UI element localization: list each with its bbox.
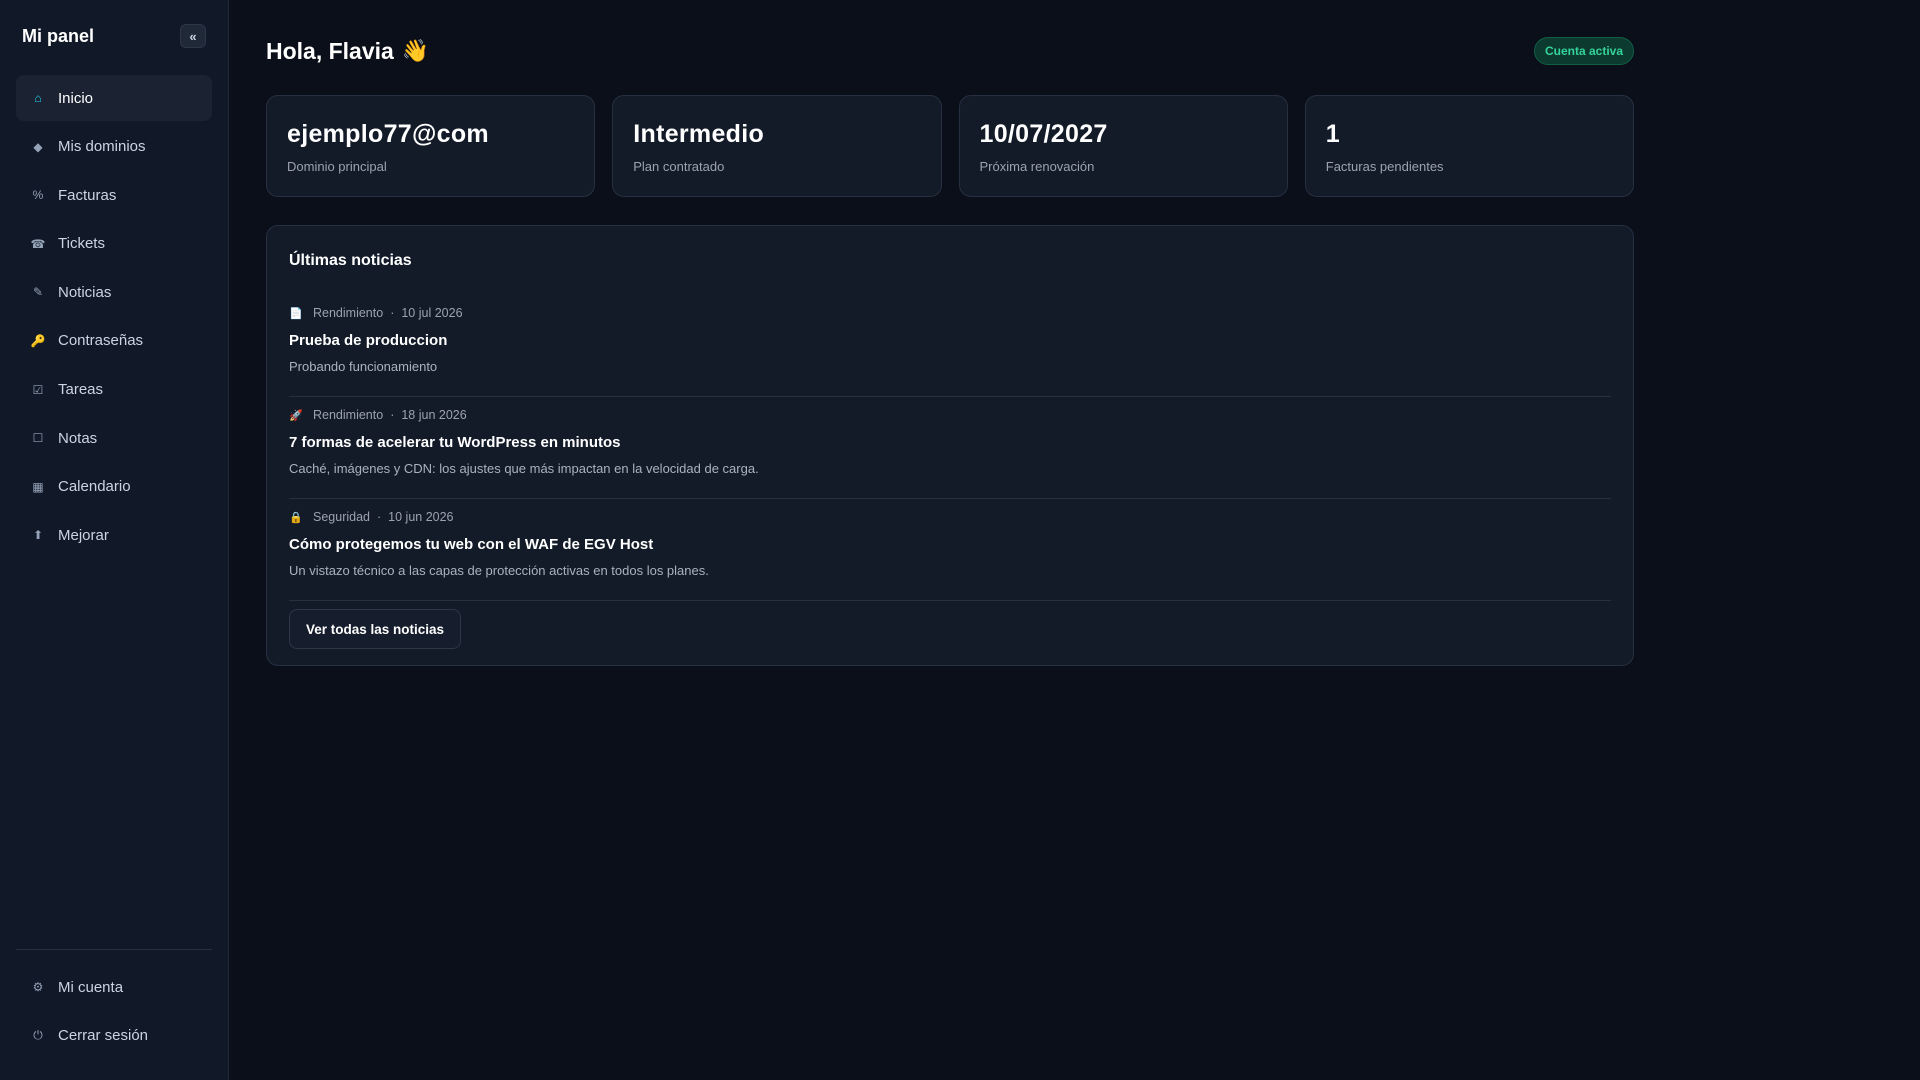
stat-value: Intermedio	[633, 120, 765, 148]
sidebar-item-calendario[interactable]: ▦ Calendario	[16, 464, 212, 510]
lock-icon: 🔒	[289, 511, 303, 524]
sidebar-header: Mi panel «	[22, 22, 206, 50]
pencil-icon: ✎	[32, 285, 44, 300]
sidebar-item-label: Mi cuenta	[58, 978, 124, 996]
page-header: Hola, Flavia 👋 Cuenta activa	[266, 36, 1634, 66]
stat-card-domain: ejemplo77@com Dominio principal	[266, 95, 596, 197]
checkbox-icon: ☑	[32, 382, 44, 397]
sidebar-item-mi-cuenta[interactable]: ⚙ Mi cuenta	[16, 964, 212, 1010]
sidebar-item-label: Cerrar sesión	[58, 1027, 149, 1045]
sidebar-item-facturas[interactable]: % Facturas	[16, 172, 212, 218]
sidebar-item-mejorar[interactable]: ⬆ Mejorar	[16, 512, 212, 558]
stat-label: Próxima renovación	[979, 159, 1095, 174]
sidebar-item-label: Calendario	[58, 478, 131, 496]
stat-value: ejemplo77@com	[287, 120, 489, 148]
phone-icon: ☎	[30, 236, 46, 251]
sidebar-item-label: Noticias	[58, 283, 112, 301]
sidebar: Mi panel « ⌂ Inicio ◆ Mis dominios % Fac…	[0, 0, 229, 1080]
view-all-news-button[interactable]: Ver todas las noticias	[289, 609, 462, 649]
news-meta: 🔒 Seguridad · 10 jun 2026	[289, 510, 1611, 524]
sidebar-item-label: Mis dominios	[58, 138, 146, 156]
meta-separator: ·	[390, 306, 395, 320]
news-meta: 📄 Rendimiento · 10 jul 2026	[289, 306, 1611, 320]
sidebar-item-tareas[interactable]: ☑ Tareas	[16, 367, 212, 413]
stat-value: 1	[1325, 120, 1340, 148]
sidebar-bottom-nav: ⚙ Mi cuenta ⏻ Cerrar sesión	[16, 964, 212, 1061]
stat-value: 10/07/2027	[979, 120, 1108, 148]
sidebar-item-mis-dominios[interactable]: ◆ Mis dominios	[16, 124, 212, 170]
stat-card-renewal: 10/07/2027 Próxima renovación	[958, 95, 1288, 197]
home-icon: ⌂	[34, 91, 42, 105]
news-list: 📄 Rendimiento · 10 jul 2026 Prueba de pr…	[289, 295, 1611, 601]
sidebar-item-label: Notas	[58, 429, 98, 447]
news-category: Rendimiento	[313, 408, 384, 422]
stat-card-invoices: 1 Facturas pendientes	[1304, 95, 1634, 197]
news-headline[interactable]: Prueba de produccion	[289, 332, 1611, 349]
sidebar-item-tickets[interactable]: ☎ Tickets	[16, 221, 212, 267]
sidebar-item-noticias[interactable]: ✎ Noticias	[16, 269, 212, 315]
news-title: Últimas noticias	[289, 252, 412, 269]
gear-icon: ⚙	[32, 980, 44, 994]
news-date: 18 jun 2026	[401, 408, 467, 422]
news-description: Probando funcionamiento	[289, 359, 438, 374]
greeting-text: Hola, Flavia	[266, 37, 394, 64]
sidebar-item-label: Tickets	[58, 235, 105, 253]
news-headline[interactable]: 7 formas de acelerar tu WordPress en min…	[289, 434, 1611, 451]
diamond-icon: ◆	[33, 139, 43, 154]
rocket-icon: 🚀	[289, 409, 303, 422]
news-date: 10 jun 2026	[388, 510, 454, 524]
sidebar-item-inicio[interactable]: ⌂ Inicio	[16, 75, 212, 121]
news-item[interactable]: 📄 Rendimiento · 10 jul 2026 Prueba de pr…	[289, 295, 1611, 397]
meta-separator: ·	[390, 408, 395, 422]
percent-icon: %	[32, 188, 44, 203]
power-icon: ⏻	[33, 1028, 43, 1043]
upgrade-arrow-icon: ⬆	[32, 528, 44, 543]
calendar-icon: ▦	[32, 479, 44, 494]
news-item[interactable]: 🔒 Seguridad · 10 jun 2026 Cómo protegemo…	[289, 499, 1611, 601]
key-icon: 🔑	[30, 333, 46, 348]
news-headline[interactable]: Cómo protegemos tu web con el WAF de EGV…	[289, 536, 1611, 553]
news-category: Seguridad	[313, 510, 370, 524]
news-meta: 🚀 Rendimiento · 18 jun 2026	[289, 408, 1611, 422]
news-description: Caché, imágenes y CDN: los ajustes que m…	[289, 461, 759, 476]
meta-separator: ·	[377, 510, 382, 524]
sidebar-item-label: Mejorar	[58, 526, 109, 544]
stat-label: Facturas pendientes	[1325, 159, 1444, 174]
stat-label: Dominio principal	[287, 159, 387, 174]
document-icon: 📄	[289, 307, 303, 320]
stats-row: ejemplo77@com Dominio principal Intermed…	[266, 95, 1634, 197]
sidebar-item-label: Inicio	[58, 89, 94, 107]
page-title: Hola, Flavia 👋	[266, 38, 429, 65]
sidebar-divider	[16, 949, 212, 950]
sidebar-item-notas[interactable]: ☐ Notas	[16, 415, 212, 461]
sidebar-item-cerrar-sesion[interactable]: ⏻ Cerrar sesión	[16, 1013, 212, 1059]
sidebar-nav: ⌂ Inicio ◆ Mis dominios % Facturas ☎ Tic…	[16, 75, 212, 561]
stat-label: Plan contratado	[633, 159, 725, 174]
news-category: Rendimiento	[313, 306, 384, 320]
news-panel: Últimas noticias 📄 Rendimiento · 10 jul …	[266, 225, 1634, 666]
waving-hand-icon: 👋	[401, 38, 430, 63]
status-badge: Cuenta activa	[1533, 37, 1634, 65]
sidebar-title: Mi panel	[22, 25, 95, 46]
stat-card-plan: Intermedio Plan contratado	[612, 95, 942, 197]
sidebar-item-contrasenas[interactable]: 🔑 Contraseñas	[16, 318, 212, 364]
news-date: 10 jul 2026	[401, 306, 463, 320]
news-item[interactable]: 🚀 Rendimiento · 18 jun 2026 7 formas de …	[289, 397, 1611, 499]
sidebar-item-label: Tareas	[58, 381, 104, 399]
sidebar-item-label: Contraseñas	[58, 332, 144, 350]
note-icon: ☐	[32, 431, 44, 446]
news-description: Un vistazo técnico a las capas de protec…	[289, 563, 709, 578]
sidebar-item-label: Facturas	[58, 186, 117, 204]
collapse-sidebar-button[interactable]: «	[180, 24, 206, 48]
